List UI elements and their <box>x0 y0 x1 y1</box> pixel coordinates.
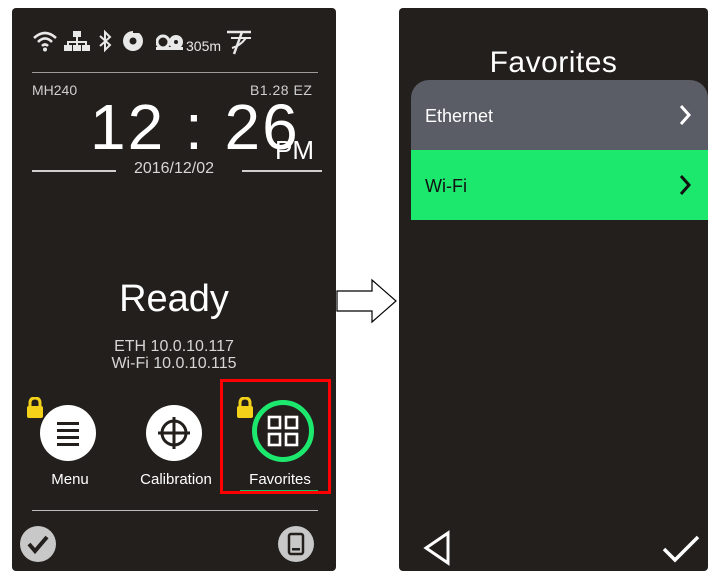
favorites-item-label: Ethernet <box>425 106 494 126</box>
shortcut-calibration-label: Calibration <box>140 471 212 488</box>
clock-date: 2016/12/02 <box>133 160 215 177</box>
device-icon <box>287 532 305 556</box>
ethernet-ip: ETH 10.0.10.117 <box>114 338 234 355</box>
ribbon-icon <box>123 29 145 51</box>
shortcut-calibration[interactable]: Calibration <box>128 405 224 497</box>
favorites-item-wifi[interactable]: Wi-Fi <box>411 150 708 220</box>
ethernet-icon <box>64 31 90 51</box>
clock-time: 12 : 26 <box>90 91 300 163</box>
menu-icon <box>57 422 79 446</box>
date-divider-right <box>242 170 322 172</box>
printer-model: MH240 <box>32 82 78 98</box>
chevron-right-icon <box>679 175 692 195</box>
label-length: 305m <box>186 38 222 54</box>
favorites-item-ethernet[interactable]: Ethernet <box>411 80 708 150</box>
confirm-button[interactable] <box>20 526 56 562</box>
calibration-button-circle <box>146 405 202 461</box>
check-icon <box>27 535 49 555</box>
menu-button-circle <box>40 405 96 461</box>
tsc-logo-icon <box>227 30 251 55</box>
wifi-ip: Wi-Fi 10.0.10.115 <box>111 355 237 372</box>
bottom-divider <box>32 510 318 511</box>
lock-icon <box>27 397 43 418</box>
status-divider <box>32 72 318 73</box>
transition-arrow-icon <box>336 278 397 324</box>
check-icon[interactable] <box>661 534 701 564</box>
shortcut-menu-label: Menu <box>51 471 89 488</box>
crosshair-icon <box>158 417 190 449</box>
chevron-right-icon <box>679 105 692 125</box>
page-title: Favorites <box>489 46 618 79</box>
wifi-icon <box>33 31 57 52</box>
device-button[interactable] <box>278 526 314 562</box>
printer-status: Ready <box>119 278 229 320</box>
bluetooth-icon <box>99 29 112 53</box>
shortcut-menu[interactable]: Menu <box>38 405 102 497</box>
back-icon[interactable] <box>423 530 451 566</box>
favorites-item-label: Wi-Fi <box>425 176 467 196</box>
favorites-highlight-frame <box>220 379 331 494</box>
favorites-screen: Favorites Ethernet Wi-Fi <box>399 8 708 571</box>
label-icon <box>156 34 183 50</box>
